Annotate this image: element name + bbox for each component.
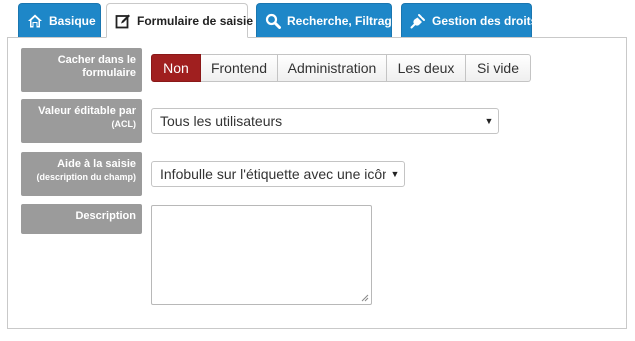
tab-label: Formulaire de saisie	[137, 13, 254, 28]
tab-label: Recherche, Filtrage	[287, 13, 399, 28]
editable-by-select[interactable]: Tous les utilisateurs ▼	[151, 108, 499, 134]
description-label: Description	[21, 204, 142, 234]
form-panel: Cacher dans le formulaire Non Frontend A…	[7, 37, 627, 329]
editable-by-label: Valeur éditable par (ACL)	[21, 99, 142, 143]
tab-recherche[interactable]: Recherche, Filtrage	[256, 3, 398, 37]
input-help-select[interactable]: Infobulle sur l'étiquette avec une icône…	[151, 161, 405, 187]
plug-icon	[410, 13, 426, 29]
tab-label: Basique	[49, 13, 96, 28]
tab-formulaire[interactable]: Formulaire de saisie	[106, 3, 253, 38]
option-frontend[interactable]: Frontend	[201, 54, 278, 82]
search-icon	[265, 13, 281, 29]
input-help-label: Aide à la saisie (description du champ)	[21, 152, 142, 196]
editable-by-value: Tous les utilisateurs	[160, 113, 283, 129]
description-textarea[interactable]	[151, 205, 372, 305]
input-help-sublabel: (description du champ)	[36, 172, 136, 182]
resize-grip-icon[interactable]	[361, 294, 369, 302]
hide-in-form-label: Cacher dans le formulaire	[21, 48, 142, 92]
edit-icon	[115, 13, 131, 29]
option-les-deux[interactable]: Les deux	[387, 54, 466, 82]
description-label-text: Description	[75, 210, 136, 222]
editable-by-sublabel: (ACL)	[111, 119, 137, 129]
input-help-label-text: Aide à la saisie	[57, 158, 136, 170]
editable-by-label-text: Valeur éditable par	[38, 105, 136, 117]
option-administration[interactable]: Administration	[278, 54, 387, 82]
hide-in-form-radio-group: Non Frontend Administration Les deux Si …	[151, 54, 531, 82]
tab-label: Gestion des droits	[432, 13, 538, 28]
tab-gestion-droits[interactable]: Gestion des droits	[401, 3, 537, 37]
tab-basique[interactable]: Basique	[18, 3, 101, 37]
home-icon	[27, 13, 43, 29]
option-non[interactable]: Non	[151, 54, 201, 82]
input-help-value: Infobulle sur l'étiquette avec une icône	[160, 166, 386, 182]
dropdown-arrow-icon: ▼	[484, 116, 494, 126]
option-si-vide[interactable]: Si vide	[466, 54, 531, 82]
hide-in-form-label-text: Cacher dans le formulaire	[57, 54, 136, 79]
dropdown-arrow-icon: ▼	[390, 169, 400, 179]
